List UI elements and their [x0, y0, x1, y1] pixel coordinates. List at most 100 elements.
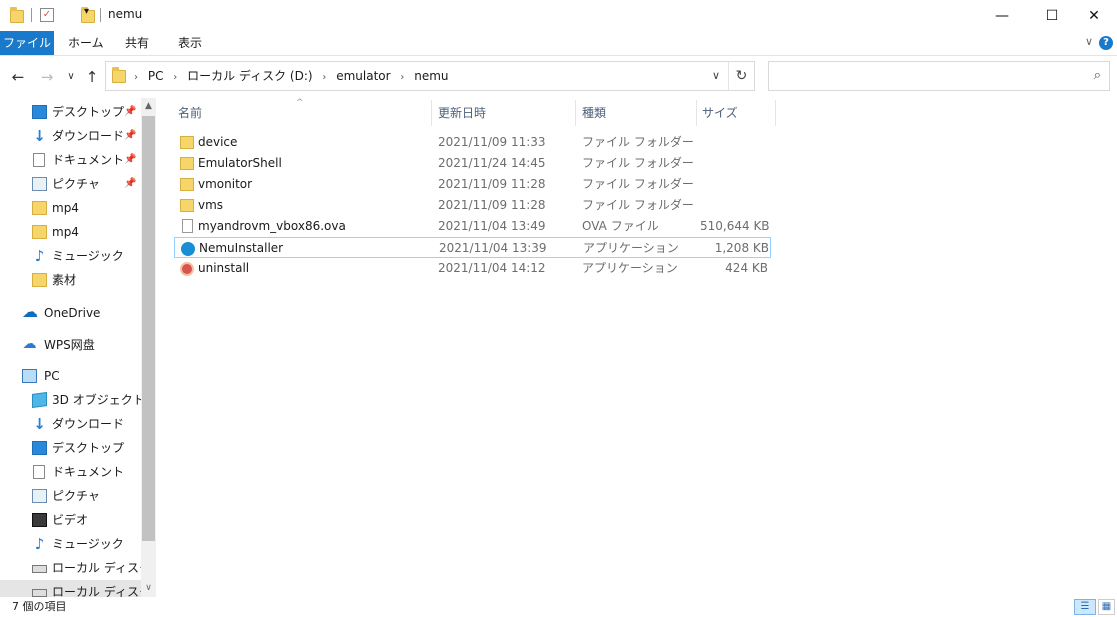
- breadcrumb-local-disk-d[interactable]: ローカル ディスク (D:): [187, 62, 312, 90]
- sidebar-item-label: ピクチャ: [52, 489, 100, 503]
- file-type: ファイル フォルダー: [582, 198, 694, 212]
- window-title: nemu: [108, 7, 143, 21]
- pin-icon: 📌: [124, 130, 137, 141]
- sidebar-item-label: ダウンロード: [52, 417, 125, 431]
- pc-icon: [22, 369, 37, 383]
- table-row[interactable]: EmulatorShell 2021/11/24 14:45 ファイル フォルダ…: [174, 153, 771, 174]
- scroll-up-icon[interactable]: ▲: [141, 98, 156, 115]
- sidebar-item-label: ドキュメント: [52, 465, 125, 479]
- sidebar-item-local-disk-d[interactable]: ローカル ディスク (D: [0, 580, 156, 597]
- sidebar-item-downloads-pc[interactable]: ↓ ダウンロード: [0, 412, 141, 436]
- column-header-size[interactable]: サイズ: [696, 98, 774, 128]
- details-view-button[interactable]: ☰: [1074, 599, 1096, 615]
- search-input[interactable]: [769, 62, 1069, 90]
- separator: [100, 8, 101, 22]
- up-button[interactable]: ↑: [81, 66, 103, 88]
- address-dropdown-icon[interactable]: ∨: [704, 62, 728, 90]
- sidebar-item-label: OneDrive: [44, 306, 101, 320]
- sidebar-item-label: WPS网盘: [44, 338, 95, 352]
- file-name: myandrovm_vbox86.ova: [198, 219, 346, 233]
- sidebar-item-music[interactable]: ♪ ミュージック: [0, 244, 141, 268]
- sidebar-scrollbar[interactable]: ▲ ∨: [141, 98, 156, 597]
- properties-icon[interactable]: ✓: [40, 8, 54, 22]
- sidebar-item-label: PC: [44, 369, 60, 383]
- file-size: 510,644 KB: [700, 219, 770, 233]
- sidebar-item-desktop-pc[interactable]: デスクトップ: [0, 436, 141, 460]
- maximize-button[interactable]: ☐: [1029, 0, 1075, 31]
- forward-button[interactable]: →: [36, 66, 58, 88]
- navigation-pane: デスクトップ 📌 ↓ ダウンロード 📌 ドキュメント 📌 ピクチャ 📌 mp4 …: [0, 98, 156, 597]
- chevron-right-icon[interactable]: ›: [322, 64, 326, 92]
- sidebar-item-mp4-2[interactable]: mp4: [0, 220, 141, 244]
- minimize-button[interactable]: —: [979, 0, 1025, 31]
- sidebar-item-music-pc[interactable]: ♪ ミュージック: [0, 532, 141, 556]
- sidebar-item-3d-objects[interactable]: 3D オブジェクト: [0, 388, 145, 412]
- sidebar-item-mp4[interactable]: mp4: [0, 196, 141, 220]
- column-header-name[interactable]: 名前: [172, 98, 430, 128]
- table-row[interactable]: uninstall 2021/11/04 14:12 アプリケーション 424 …: [174, 258, 771, 279]
- sidebar-item-sozai[interactable]: 素材: [0, 268, 141, 292]
- large-icons-view-button[interactable]: ▦: [1098, 599, 1115, 615]
- column-header-date[interactable]: 更新日時: [432, 98, 575, 128]
- tab-home[interactable]: ホーム: [58, 31, 114, 55]
- sidebar-item-desktop[interactable]: デスクトップ 📌: [0, 100, 141, 124]
- drive-icon: [32, 589, 47, 597]
- table-row[interactable]: device 2021/11/09 11:33 ファイル フォルダー: [174, 132, 771, 153]
- folder-icon: [180, 178, 194, 191]
- sidebar-item-pictures-pc[interactable]: ピクチャ: [0, 484, 141, 508]
- table-row[interactable]: myandrovm_vbox86.ova 2021/11/04 13:49 OV…: [174, 216, 771, 237]
- tab-file[interactable]: ファイル: [0, 31, 54, 55]
- file-date: 2021/11/04 14:12: [438, 261, 546, 275]
- tab-view[interactable]: 表示: [168, 31, 212, 55]
- folder-icon: [180, 136, 194, 149]
- pin-icon: 📌: [124, 154, 137, 165]
- sidebar-item-downloads[interactable]: ↓ ダウンロード 📌: [0, 124, 141, 148]
- file-date: 2021/11/09 11:28: [438, 198, 546, 212]
- ribbon: ファイル ホーム 共有 表示 ∨ ?: [0, 31, 1117, 56]
- sidebar-item-local-disk-c[interactable]: ローカル ディスク (C: [0, 556, 156, 580]
- chevron-right-icon[interactable]: ›: [173, 64, 177, 92]
- breadcrumb-nemu[interactable]: nemu: [414, 62, 448, 90]
- close-button[interactable]: ✕: [1071, 0, 1117, 31]
- breadcrumb: › PC › ローカル ディスク (D:) › emulator › nemu: [134, 62, 455, 90]
- sidebar-item-documents-pc[interactable]: ドキュメント: [0, 460, 141, 484]
- desktop-icon: [32, 441, 47, 455]
- chevron-right-icon[interactable]: ›: [400, 64, 404, 92]
- download-icon: ↓: [33, 127, 46, 145]
- refresh-button[interactable]: ↻: [728, 62, 754, 90]
- customize-quick-access-icon[interactable]: ▾: [84, 6, 89, 24]
- tab-share[interactable]: 共有: [115, 31, 159, 55]
- address-bar[interactable]: › PC › ローカル ディスク (D:) › emulator › nemu …: [105, 61, 755, 91]
- sidebar-item-pictures[interactable]: ピクチャ 📌: [0, 172, 141, 196]
- music-icon: ♪: [34, 535, 45, 553]
- breadcrumb-emulator[interactable]: emulator: [336, 62, 390, 90]
- folder-icon: [180, 199, 194, 212]
- file-name: vmonitor: [198, 177, 253, 191]
- help-icon[interactable]: ?: [1099, 36, 1113, 50]
- expand-ribbon-icon[interactable]: ∨: [1085, 35, 1093, 48]
- column-divider[interactable]: [775, 100, 776, 126]
- scroll-down-icon[interactable]: ∨: [141, 580, 156, 597]
- back-button[interactable]: ←: [7, 66, 29, 88]
- sidebar-item-documents[interactable]: ドキュメント 📌: [0, 148, 141, 172]
- table-row[interactable]: vms 2021/11/09 11:28 ファイル フォルダー: [174, 195, 771, 216]
- 3d-objects-icon: [32, 391, 47, 409]
- desktop-icon: [32, 105, 47, 119]
- chevron-right-icon[interactable]: ›: [134, 64, 138, 92]
- sidebar-item-wps-cloud[interactable]: ☁ WPS网盘: [0, 333, 141, 357]
- recent-locations-button[interactable]: ∨: [60, 66, 82, 88]
- separator: [31, 8, 32, 22]
- sidebar-item-videos[interactable]: ビデオ: [0, 508, 141, 532]
- breadcrumb-pc[interactable]: PC: [148, 62, 164, 90]
- file-date: 2021/11/04 13:39: [439, 241, 547, 255]
- file-type: ファイル フォルダー: [582, 135, 694, 149]
- table-row[interactable]: NemuInstaller 2021/11/04 13:39 アプリケーション …: [174, 237, 771, 258]
- search-box[interactable]: ⌕: [768, 61, 1110, 91]
- sidebar-item-onedrive[interactable]: ☁ OneDrive: [0, 301, 141, 325]
- table-row[interactable]: vmonitor 2021/11/09 11:28 ファイル フォルダー: [174, 174, 771, 195]
- column-header-type[interactable]: 種類: [576, 98, 696, 128]
- scrollbar-thumb[interactable]: [142, 116, 155, 541]
- file-icon: [182, 219, 193, 233]
- status-bar: 7 個の項目 ☰ ▦: [0, 597, 1117, 617]
- sidebar-item-pc[interactable]: PC: [0, 364, 141, 388]
